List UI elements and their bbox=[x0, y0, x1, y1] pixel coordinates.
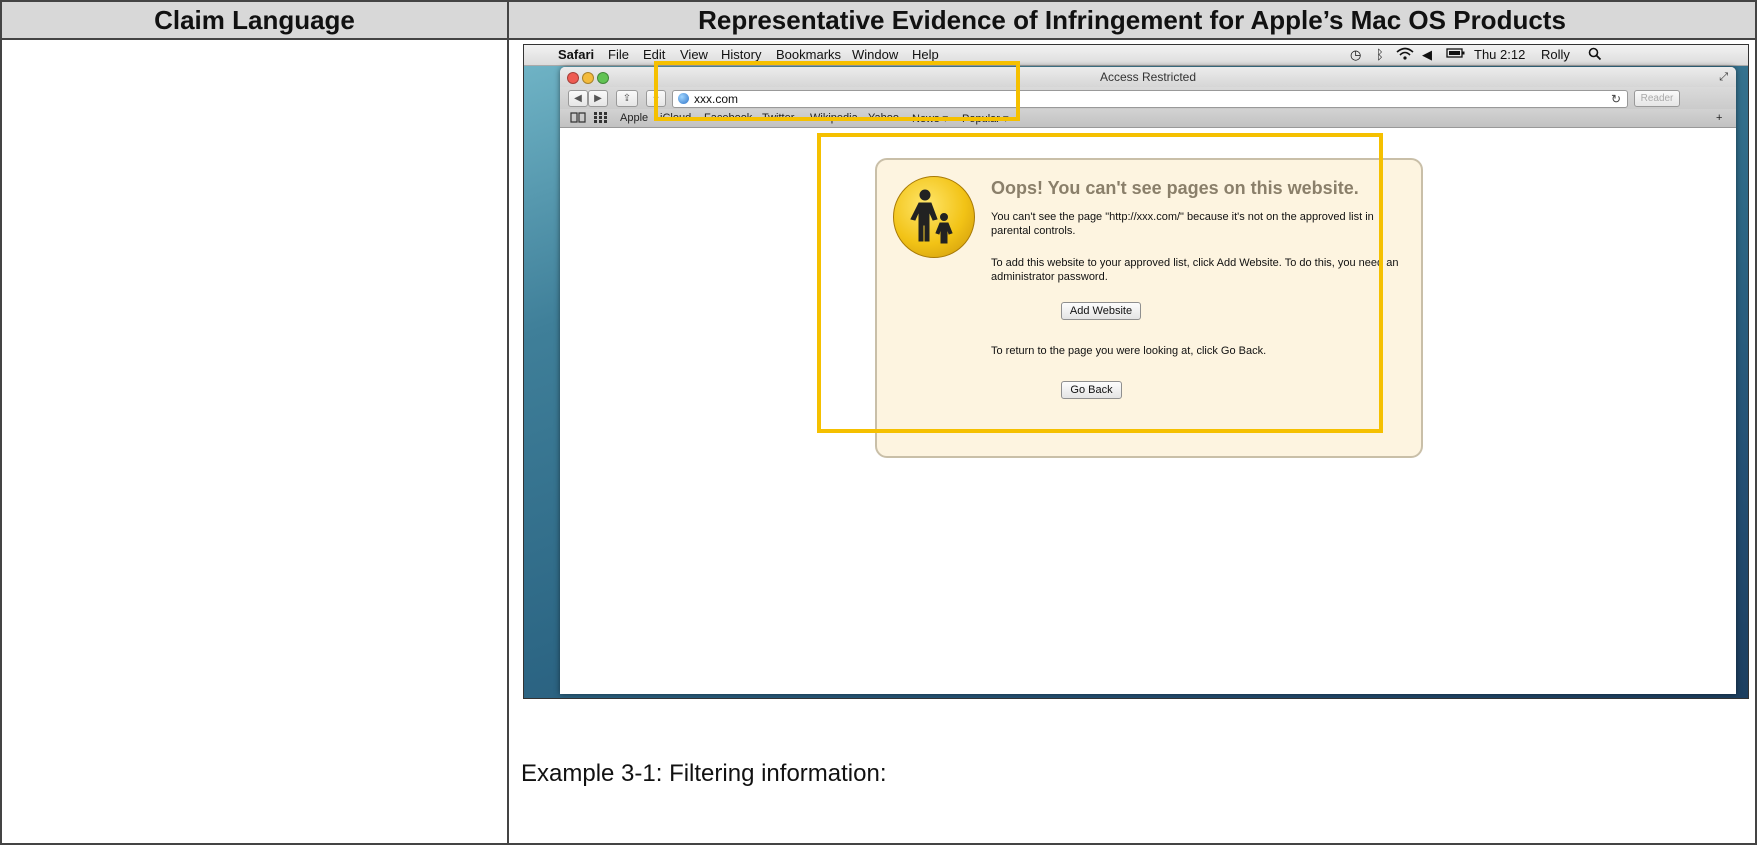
menu-window[interactable]: Window bbox=[852, 47, 898, 62]
bookmark-apple[interactable]: Apple bbox=[620, 112, 648, 124]
reload-icon[interactable]: ↻ bbox=[1611, 91, 1621, 107]
time-machine-icon[interactable]: ◷ bbox=[1350, 47, 1361, 63]
forward-arrow-button[interactable]: ▶ bbox=[588, 90, 608, 107]
top-sites-icon[interactable] bbox=[594, 112, 608, 126]
menu-edit[interactable]: Edit bbox=[643, 47, 665, 62]
bluetooth-icon[interactable]: ᛒ bbox=[1376, 47, 1384, 62]
menu-view[interactable]: View bbox=[680, 47, 708, 62]
share-icon[interactable]: ⇪ bbox=[616, 90, 638, 107]
battery-icon[interactable] bbox=[1446, 47, 1466, 62]
back-arrow-button[interactable]: ◀ bbox=[568, 90, 588, 107]
evidence-cell: Safari File Edit View History Bookmarks … bbox=[507, 38, 1757, 845]
zoom-button[interactable] bbox=[597, 72, 609, 84]
reading-list-icon[interactable] bbox=[570, 112, 586, 126]
menu-bookmarks[interactable]: Bookmarks bbox=[776, 47, 841, 62]
example-caption: Example 3-1: Filtering information: bbox=[521, 760, 887, 787]
menu-help[interactable]: Help bbox=[912, 47, 939, 62]
minimize-button[interactable] bbox=[582, 72, 594, 84]
volume-icon[interactable]: ◀ bbox=[1422, 47, 1432, 63]
menu-history[interactable]: History bbox=[721, 47, 761, 62]
close-button[interactable] bbox=[567, 72, 579, 84]
wifi-icon[interactable] bbox=[1396, 47, 1414, 64]
header-claim-language: Claim Language bbox=[0, 0, 509, 40]
header-evidence: Representative Evidence of Infringement … bbox=[507, 0, 1757, 40]
panel-highlight-box bbox=[817, 133, 1383, 433]
claim-language-cell bbox=[0, 38, 509, 845]
spotlight-icon[interactable] bbox=[1588, 47, 1602, 64]
menubar-user[interactable]: Rolly bbox=[1541, 47, 1570, 62]
fullscreen-icon[interactable]: ⤢ bbox=[1719, 67, 1728, 87]
window-title: Access Restricted bbox=[1099, 70, 1197, 84]
menubar-clock[interactable]: Thu 2:12 bbox=[1474, 47, 1525, 62]
menu-file[interactable]: File bbox=[608, 47, 629, 62]
reader-button[interactable]: Reader bbox=[1634, 90, 1680, 107]
new-tab-plus-icon[interactable]: + bbox=[1716, 112, 1722, 124]
address-highlight-box bbox=[654, 61, 1020, 121]
safari-screenshot: Safari File Edit View History Bookmarks … bbox=[523, 44, 1749, 699]
claim-chart-table: Claim Language Representative Evidence o… bbox=[0, 0, 1757, 845]
menu-app-name[interactable]: Safari bbox=[558, 47, 594, 62]
